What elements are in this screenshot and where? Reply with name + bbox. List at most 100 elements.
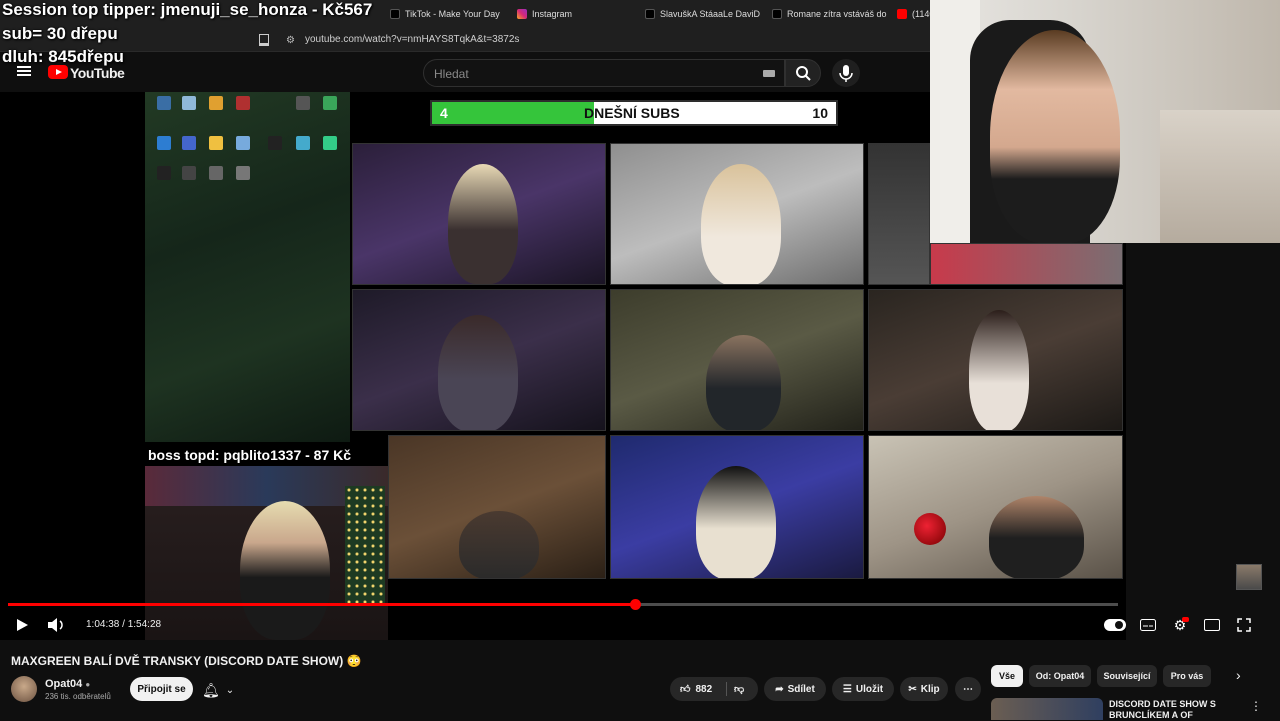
like-button[interactable]: 👍︎ 882 (680, 683, 713, 696)
recommendation-title[interactable]: DISCORD DATE SHOW S BRUNCLÍKEM A OF (1109, 699, 1216, 721)
scrubber-handle[interactable] (629, 599, 641, 610)
youtube-logo-icon[interactable] (48, 65, 68, 79)
camera-tile (352, 143, 606, 285)
chevron-right-icon[interactable]: › (1236, 667, 1241, 683)
volume-icon (48, 618, 63, 632)
chip-for-you[interactable]: Pro vás (1163, 665, 1211, 687)
tab-label: SlavuškA StáaaLe DaviDko (660, 9, 760, 19)
desktop-icon-fortnite[interactable] (236, 136, 250, 150)
streamer-webcam (930, 0, 1280, 243)
sub-rate-overlay: sub= 30 dřepu (2, 24, 118, 43)
search-button[interactable] (785, 59, 821, 87)
recommendation-thumbnail[interactable] (991, 698, 1103, 720)
more-actions-button[interactable]: ⋯ (955, 677, 981, 701)
desktop-icon-liar-s-bar[interactable] (236, 96, 250, 110)
volume-button[interactable] (46, 615, 66, 635)
browser-tab[interactable]: Instagram (517, 6, 637, 22)
top-tipper-overlay: Session top tipper: jmenuji_se_honza - K… (2, 0, 373, 19)
address-bar: ⚙ youtube.com/watch?v=nmHAYS8TqkA&t=3872… (0, 28, 930, 52)
chip-from-channel[interactable]: Od: Opat04 (1029, 665, 1091, 687)
tiktok-icon (772, 9, 782, 19)
video-title: MAXGREEN BALÍ DVĚ TRANSKY (DISCORD DATE … (11, 654, 362, 668)
desktop-icon-rogue-legacy-2[interactable] (296, 136, 310, 150)
tab-label: Instagram (532, 9, 573, 19)
desktop-icon-counter-strike-2[interactable] (209, 96, 223, 110)
save-button[interactable]: ☰ Uložit (832, 677, 894, 701)
camera-tile (388, 435, 606, 579)
fullscreen-button[interactable] (1234, 615, 1254, 635)
browser-tab[interactable]: SlavuškA StáaaLe DaviDko (645, 6, 760, 22)
hd-badge (1182, 617, 1189, 622)
sub-goal-label: DNEŠNÍ SUBS (584, 105, 680, 121)
share-button[interactable]: ➦ Sdílet (764, 677, 826, 701)
dislike-button[interactable]: 👎︎ (734, 683, 744, 695)
desktop-icon-recycle-bin[interactable] (182, 96, 196, 110)
thumbs-up-icon: 👍︎ (680, 684, 691, 695)
desktop-icon-stream-deck[interactable] (157, 136, 171, 150)
youtube-logo-text[interactable]: YouTube (70, 65, 125, 81)
subtitles-icon (1140, 619, 1156, 631)
desktop-icon-google-play-games[interactable] (323, 136, 337, 150)
scissors-icon: ✂ (908, 683, 917, 695)
settings-button[interactable]: ⚙ (1170, 615, 1190, 635)
like-dislike-group: 👍︎ 882 👎︎ (670, 677, 758, 701)
play-icon (17, 619, 28, 631)
boss-overlay: boss topd: pqblito1337 - 87 Kč (148, 447, 352, 463)
play-button[interactable] (12, 615, 32, 635)
camera-tile (610, 143, 864, 285)
recommendation-title-line: DISCORD DATE SHOW S (1109, 699, 1216, 709)
desktop-icon-schedule-i[interactable] (323, 96, 337, 110)
camera-tile (868, 435, 1123, 579)
tab-label: Romane zítra vstáváš do p (787, 9, 887, 19)
desktop-icon-co-stream[interactable] (209, 166, 223, 180)
theater-mode-button[interactable] (1202, 615, 1222, 635)
floating-thumbnail[interactable] (1236, 564, 1262, 590)
join-button[interactable]: Připojit se (130, 677, 193, 701)
desktop-capture (145, 92, 350, 442)
tab-label: TikTok - Make Your Day (405, 9, 500, 19)
desktop-icon-epic-games-launcher[interactable] (268, 136, 282, 150)
more-vert-icon[interactable]: ⋮ (1250, 699, 1262, 713)
tiktok-icon (390, 9, 400, 19)
autoplay-toggle[interactable] (1104, 619, 1126, 631)
desktop-icon-league-of-legends[interactable] (157, 96, 171, 110)
chevron-down-icon: ⌄ (225, 684, 235, 696)
camera-tile (352, 289, 606, 431)
search-input[interactable]: Hledat (423, 59, 785, 87)
browser-tab[interactable]: TikTok - Make Your Day (390, 6, 510, 22)
bookmark-icon[interactable] (259, 34, 269, 46)
sub-goal-bar: 4 DNEŠNÍ SUBS 10 (430, 100, 838, 126)
save-label: Uložit (855, 683, 884, 695)
like-count: 882 (695, 683, 713, 695)
channel-name[interactable]: Opat04 ● (45, 678, 90, 690)
subscriber-count: 236 tis. odběratelů (45, 692, 111, 701)
theater-icon (1204, 619, 1220, 631)
desktop-icon-elden-ring[interactable] (157, 166, 171, 180)
desktop-icon-background[interactable] (236, 166, 250, 180)
avatar[interactable] (11, 676, 37, 702)
voice-search-button[interactable] (832, 59, 860, 87)
browser-tab[interactable]: (1140 (897, 6, 930, 22)
mic-icon (839, 65, 853, 82)
chip-all[interactable]: Vše (991, 665, 1023, 687)
more-icon: ⋯ (963, 683, 973, 695)
notifications-button[interactable]: 🔔︎ ⌄ (202, 680, 242, 700)
browser-tab[interactable]: Romane zítra vstáváš do p (772, 6, 887, 22)
camera-tile (610, 435, 864, 579)
clip-button[interactable]: ✂ Klip (900, 677, 948, 701)
thumbs-down-icon: 👎︎ (734, 684, 745, 695)
subtitles-button[interactable] (1138, 615, 1158, 635)
save-icon: ☰ (842, 683, 852, 695)
search-icon (796, 66, 811, 81)
progress-bar[interactable] (8, 599, 1118, 610)
youtube-icon (897, 9, 907, 19)
desktop-icon-dark-and-darker[interactable] (296, 96, 310, 110)
camera-tile (610, 289, 864, 431)
desktop-icon-phasmophobia[interactable] (182, 166, 196, 180)
keyboard-icon[interactable] (763, 70, 775, 77)
desktop-icon-brawlstars[interactable] (209, 136, 223, 150)
chip-related[interactable]: Související (1097, 665, 1157, 687)
desktop-icon-marbles-on-stream[interactable] (182, 136, 196, 150)
site-info-icon[interactable]: ⚙ (286, 35, 295, 46)
url-field[interactable]: youtube.com/watch?v=nmHAYS8TqkA&t=3872s (305, 34, 519, 45)
